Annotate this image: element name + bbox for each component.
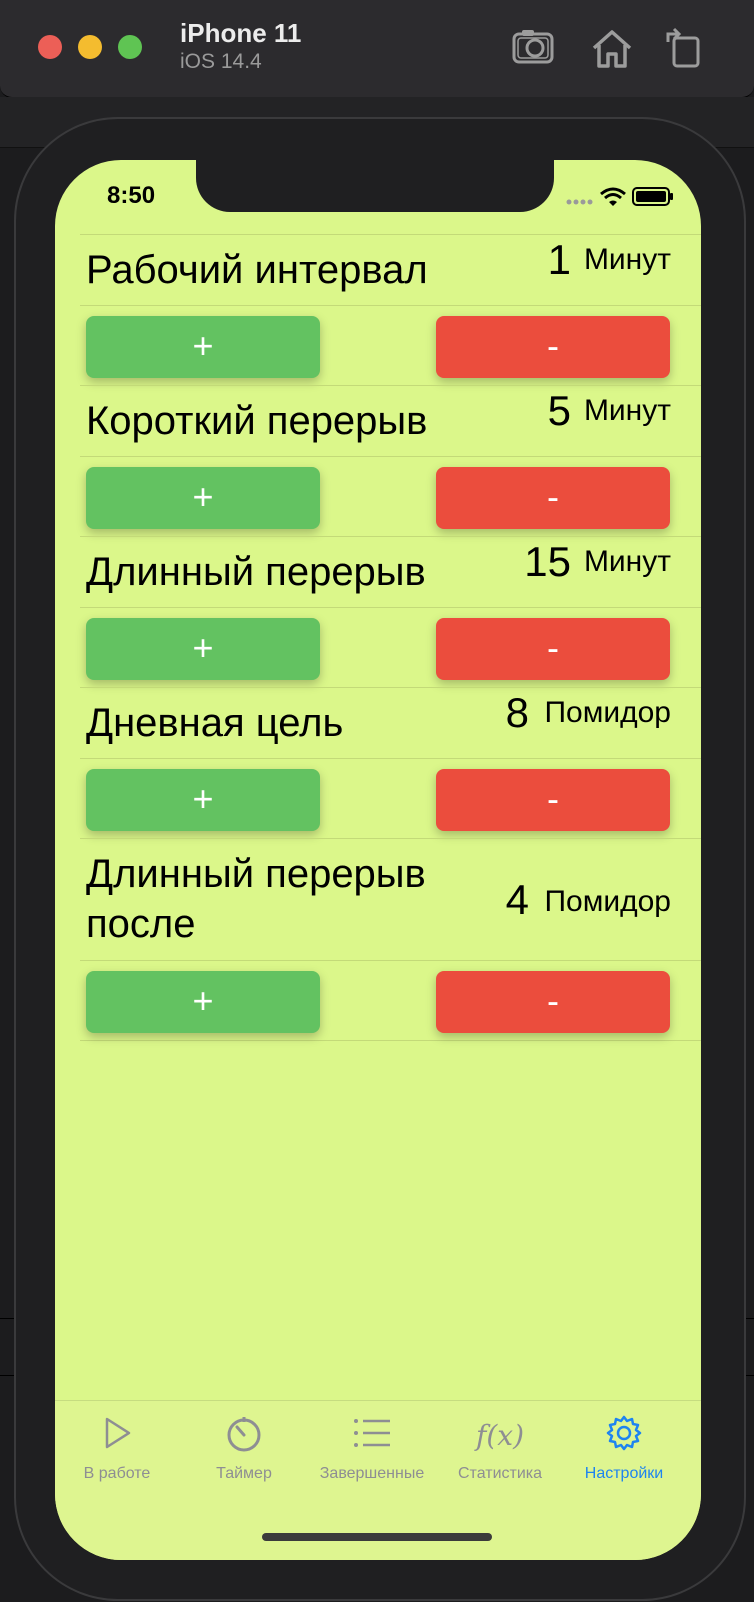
setting-unit: Минут — [583, 243, 671, 276]
increase-button[interactable]: + — [86, 467, 320, 529]
decrease-button[interactable]: - — [436, 971, 670, 1033]
settings-list: Рабочий интервал 1 Минут + - Короткий пе… — [80, 234, 701, 1041]
decrease-button[interactable]: - — [436, 467, 670, 529]
tab-label: В работе — [83, 1465, 151, 1482]
device-name: iPhone 11 — [180, 18, 302, 48]
setting-title: Длинный перерыв после — [86, 849, 426, 949]
setting-buttons-work-interval: + - — [80, 305, 701, 385]
setting-title-line2: после — [86, 902, 196, 946]
signal-icon — [566, 199, 593, 205]
tab-timer[interactable]: Таймер — [179, 1413, 309, 1483]
decrease-button[interactable]: - — [436, 769, 670, 831]
setting-buttons-long-break-after: + - — [80, 960, 701, 1041]
status-time: 8:50 — [107, 182, 156, 209]
setting-title: Короткий перерыв — [86, 399, 428, 443]
setting-buttons-daily-goal: + - — [80, 758, 701, 838]
home-icon[interactable] — [588, 24, 636, 72]
device-os-version: iOS 14.4 — [180, 50, 262, 73]
tab-label: Таймер — [216, 1465, 272, 1482]
screenshot-icon[interactable] — [510, 24, 558, 72]
setting-buttons-long-break: + - — [80, 607, 701, 687]
increase-button[interactable]: + — [86, 618, 320, 680]
setting-value: 1 — [547, 236, 571, 283]
play-icon — [99, 1415, 135, 1456]
rotate-icon[interactable] — [660, 24, 708, 72]
setting-unit: Минут — [583, 394, 671, 427]
setting-unit: Помидор — [544, 885, 671, 918]
decrease-button[interactable]: - — [436, 618, 670, 680]
timer-icon — [224, 1413, 264, 1458]
setting-row-long-break-after: Длинный перерыв после 4 Помидор — [80, 838, 701, 960]
wifi-icon — [600, 187, 626, 206]
setting-row-long-break: Длинный перерыв 15 Минут — [80, 536, 701, 607]
tab-completed[interactable]: Завершенные — [307, 1413, 437, 1483]
setting-row-short-break: Короткий перерыв 5 Минут — [80, 385, 701, 456]
increase-button[interactable]: + — [86, 971, 320, 1033]
list-icon — [352, 1415, 392, 1456]
status-icons — [565, 184, 675, 208]
tab-statistics[interactable]: f(x) Статистика — [435, 1413, 565, 1483]
setting-value: 15 — [524, 538, 571, 585]
tab-settings[interactable]: Настройки — [559, 1413, 689, 1483]
phone-screen: 8:50 Рабочий интервал 1 Минут + - Коротк… — [55, 160, 701, 1560]
setting-unit: Минут — [583, 545, 671, 578]
tab-label: Завершенные — [319, 1465, 425, 1482]
notch — [196, 160, 554, 212]
simulator-titlebar: iPhone 11 iOS 14.4 — [0, 0, 754, 98]
setting-title: Длинный перерыв — [86, 550, 426, 594]
function-icon: f(x) — [475, 1418, 524, 1452]
setting-title-line1: Длинный перерыв — [86, 852, 426, 896]
decrease-button[interactable]: - — [436, 316, 670, 378]
setting-value: 5 — [547, 387, 571, 434]
setting-row-daily-goal: Дневная цель 8 Помидор — [80, 687, 701, 758]
battery-icon — [632, 187, 673, 206]
setting-value: 8 — [505, 689, 529, 736]
setting-unit: Помидор — [544, 696, 671, 729]
gear-icon — [605, 1414, 643, 1457]
tab-label: Статистика — [457, 1465, 543, 1482]
tab-in-progress[interactable]: В работе — [55, 1413, 182, 1483]
setting-row-work-interval: Рабочий интервал 1 Минут — [80, 234, 701, 305]
increase-button[interactable]: + — [86, 769, 320, 831]
tab-label: Настройки — [584, 1465, 664, 1482]
home-indicator[interactable] — [262, 1533, 492, 1541]
setting-title: Дневная цель — [86, 701, 344, 745]
setting-value: 4 — [505, 876, 529, 923]
setting-buttons-short-break: + - — [80, 456, 701, 536]
setting-title: Рабочий интервал — [86, 248, 428, 292]
close-window-button[interactable] — [38, 35, 62, 59]
zoom-window-button[interactable] — [118, 35, 142, 59]
minimize-window-button[interactable] — [78, 35, 102, 59]
increase-button[interactable]: + — [86, 316, 320, 378]
